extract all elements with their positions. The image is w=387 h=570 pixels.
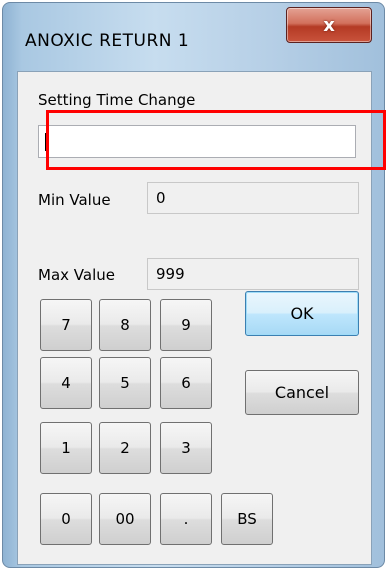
key-00[interactable]: 00: [99, 493, 151, 545]
key-6[interactable]: 6: [160, 357, 212, 409]
min-value-field: 0: [147, 182, 359, 214]
key-0[interactable]: 0: [40, 493, 92, 545]
title-bar[interactable]: ANOXIC RETURN 1 x: [3, 3, 384, 65]
max-value-field: 999: [147, 258, 359, 290]
dialog-window: ANOXIC RETURN 1 x Setting Time Change Mi…: [2, 2, 385, 568]
window-title: ANOXIC RETURN 1: [25, 31, 190, 51]
key-decimal-point[interactable]: .: [160, 493, 212, 545]
min-value-label: Min Value: [38, 191, 111, 209]
close-button[interactable]: x: [286, 7, 372, 43]
setting-time-label: Setting Time Change: [38, 91, 196, 109]
key-5[interactable]: 5: [99, 357, 151, 409]
max-value-label: Max Value: [38, 266, 115, 284]
key-7[interactable]: 7: [40, 299, 92, 351]
key-1[interactable]: 1: [40, 422, 92, 474]
key-2[interactable]: 2: [99, 422, 151, 474]
key-8[interactable]: 8: [99, 299, 151, 351]
highlight-box: [46, 110, 386, 170]
key-backspace[interactable]: BS: [221, 493, 273, 545]
close-icon: x: [323, 14, 335, 36]
key-4[interactable]: 4: [40, 357, 92, 409]
key-3[interactable]: 3: [160, 422, 212, 474]
cancel-button[interactable]: Cancel: [245, 370, 359, 415]
ok-button[interactable]: OK: [245, 291, 359, 336]
key-9[interactable]: 9: [160, 299, 212, 351]
